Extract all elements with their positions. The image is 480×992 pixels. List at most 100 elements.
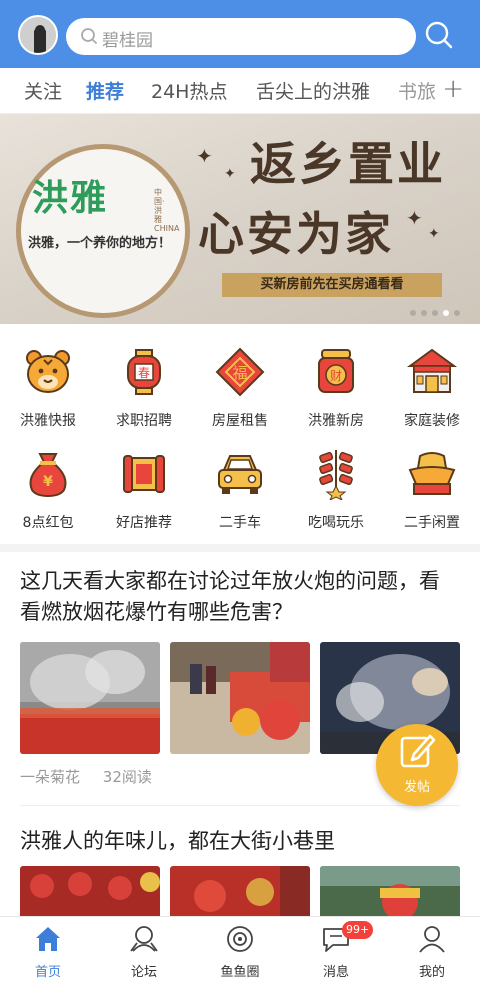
home-icon [36, 927, 60, 951]
service-food-fun[interactable]: 吃喝玩乐 [288, 448, 384, 532]
sparkle-icon: ✦ [224, 166, 236, 182]
channel-tabs: 关注 推荐 24H热点 舌尖上的洪雅 书旅 + [0, 68, 480, 114]
post-photo-image [20, 866, 160, 916]
carousel-dot [432, 310, 438, 316]
service-label: 洪雅快报 [20, 413, 76, 429]
service-label: 家庭装修 [404, 413, 460, 429]
service-label: 二手闲置 [404, 515, 460, 531]
service-new-homes[interactable]: 财 洪雅新房 [288, 346, 384, 430]
service-shops[interactable]: 好店推荐 [96, 448, 192, 532]
service-used-car[interactable]: 二手车 [192, 448, 288, 532]
post-reads: 32阅读 [102, 768, 152, 786]
post-photo-image [320, 866, 460, 916]
service-label: 求职招聘 [116, 413, 172, 429]
nav-label: 消息 [322, 965, 349, 980]
service-renovation[interactable]: 家庭装修 [384, 346, 480, 430]
divider [20, 805, 460, 806]
service-second-hand[interactable]: 二手闲置 [384, 448, 480, 532]
search-icon [81, 28, 97, 44]
sparkle-icon: ✦ [406, 206, 423, 230]
carousel-dot-active [443, 310, 449, 316]
nav-profile[interactable]: 我的 [384, 925, 480, 980]
post-author[interactable]: 一朵菊花 [20, 768, 80, 786]
tab-recommend[interactable]: 推荐 [86, 77, 124, 104]
banner-logo-side: 中国·洪雅 CHINA [154, 188, 180, 233]
nav-home[interactable]: 首页 [0, 925, 96, 980]
service-housing[interactable]: 福 房屋租售 [192, 346, 288, 430]
search-placeholder: 碧桂园 [102, 31, 153, 51]
nav-messages[interactable]: 99+ 消息 [288, 921, 384, 980]
bottom-nav: 首页 论坛 鱼鱼圈 99+ 消息 我的 [0, 916, 480, 992]
money-bag-icon: ¥ [29, 453, 67, 498]
post-photo-image [20, 642, 160, 754]
add-tab-button[interactable]: + [442, 74, 464, 104]
carousel-dot [410, 310, 416, 316]
post-meta: 一朵菊花 32阅读 [20, 766, 170, 787]
lantern-icon: 春 [127, 349, 161, 395]
carousel-dot [421, 310, 427, 316]
post-photo[interactable] [170, 642, 310, 754]
tab-food[interactable]: 舌尖上的洪雅 [256, 77, 370, 104]
message-badge: 99+ [342, 921, 374, 939]
scroll-icon [123, 455, 165, 493]
post-photo-image [170, 642, 310, 754]
banner-headline-1: 返乡置业 [250, 137, 446, 191]
nav-forum[interactable]: 论坛 [96, 925, 192, 980]
post-photo[interactable] [20, 642, 160, 754]
avatar-image [20, 17, 56, 53]
svg-text:福: 福 [232, 364, 247, 382]
post-photo[interactable] [170, 866, 310, 916]
service-jobs[interactable]: 春 求职招聘 [96, 346, 192, 430]
service-label: 吃喝玩乐 [308, 515, 364, 531]
tiger-icon [26, 350, 70, 393]
new-post-label: 发帖 [403, 780, 430, 795]
post-photo[interactable] [320, 866, 460, 916]
banner-logo: 洪雅 [32, 177, 109, 219]
service-label: 洪雅新房 [308, 413, 364, 429]
nav-label: 首页 [34, 965, 61, 980]
service-label: 8点红包 [22, 515, 74, 531]
top-bar: 碧桂园 [0, 0, 480, 68]
forum-icon [130, 926, 158, 952]
nav-fish-circle[interactable]: 鱼鱼圈 [192, 925, 288, 980]
post-title[interactable]: 这几天看大家都在讨论过年放火炮的问题，看看燃放烟花爆竹有哪些危害？ [20, 566, 460, 628]
post-photo-image [170, 866, 310, 916]
tab-24h-hot[interactable]: 24H热点 [151, 77, 227, 104]
carousel-dot [454, 310, 460, 316]
service-grid: 洪雅快报 春 求职招聘 福 房屋租售 财 洪雅新房 家庭装修 ¥ 8点红包 好店… [0, 324, 480, 544]
avatar[interactable] [18, 15, 58, 55]
edit-icon [400, 734, 436, 768]
post-title[interactable]: 洪雅人的年味儿，都在大街小巷里 [20, 826, 460, 857]
svg-text:¥: ¥ [43, 474, 53, 490]
svg-text:春: 春 [138, 366, 150, 380]
sparkle-icon: ✦ [428, 226, 440, 242]
nav-label: 我的 [418, 965, 445, 980]
nav-label: 论坛 [130, 965, 157, 980]
carousel-indicator [405, 301, 460, 320]
nav-label: 鱼鱼圈 [220, 965, 260, 980]
service-label: 房屋租售 [212, 413, 268, 429]
service-news[interactable]: 洪雅快报 [0, 346, 96, 430]
tab-travel[interactable]: 书旅 [398, 77, 436, 104]
fu-diamond-icon: 福 [215, 347, 265, 397]
service-label: 二手车 [219, 515, 261, 531]
coin-jar-icon: 财 [318, 349, 354, 393]
fish-circle-icon [227, 926, 253, 952]
service-red-packet[interactable]: ¥ 8点红包 [0, 448, 96, 532]
section-separator [0, 544, 480, 552]
new-post-button[interactable]: 发帖 [376, 724, 458, 806]
user-icon [419, 926, 445, 953]
search-input[interactable]: 碧桂园 [66, 18, 416, 55]
car-icon [218, 455, 262, 494]
gate-icon [406, 348, 458, 393]
firecracker-icon [319, 450, 353, 502]
search-button-icon[interactable] [424, 20, 454, 50]
banner-ribbon: 买新房前先在买房通看看 [222, 273, 442, 297]
gold-ingot-icon [408, 452, 456, 495]
service-label: 好店推荐 [116, 515, 172, 531]
promo-banner[interactable]: 洪雅 中国·洪雅 CHINA 洪雅，一个养你的地方！ ✦ ✦ ✦ ✦ 返乡置业 … [0, 114, 480, 324]
svg-text:财: 财 [330, 369, 342, 383]
post-photo[interactable] [20, 866, 160, 916]
banner-headline-2: 心安为家 [198, 207, 394, 261]
tab-follow[interactable]: 关注 [24, 77, 62, 104]
